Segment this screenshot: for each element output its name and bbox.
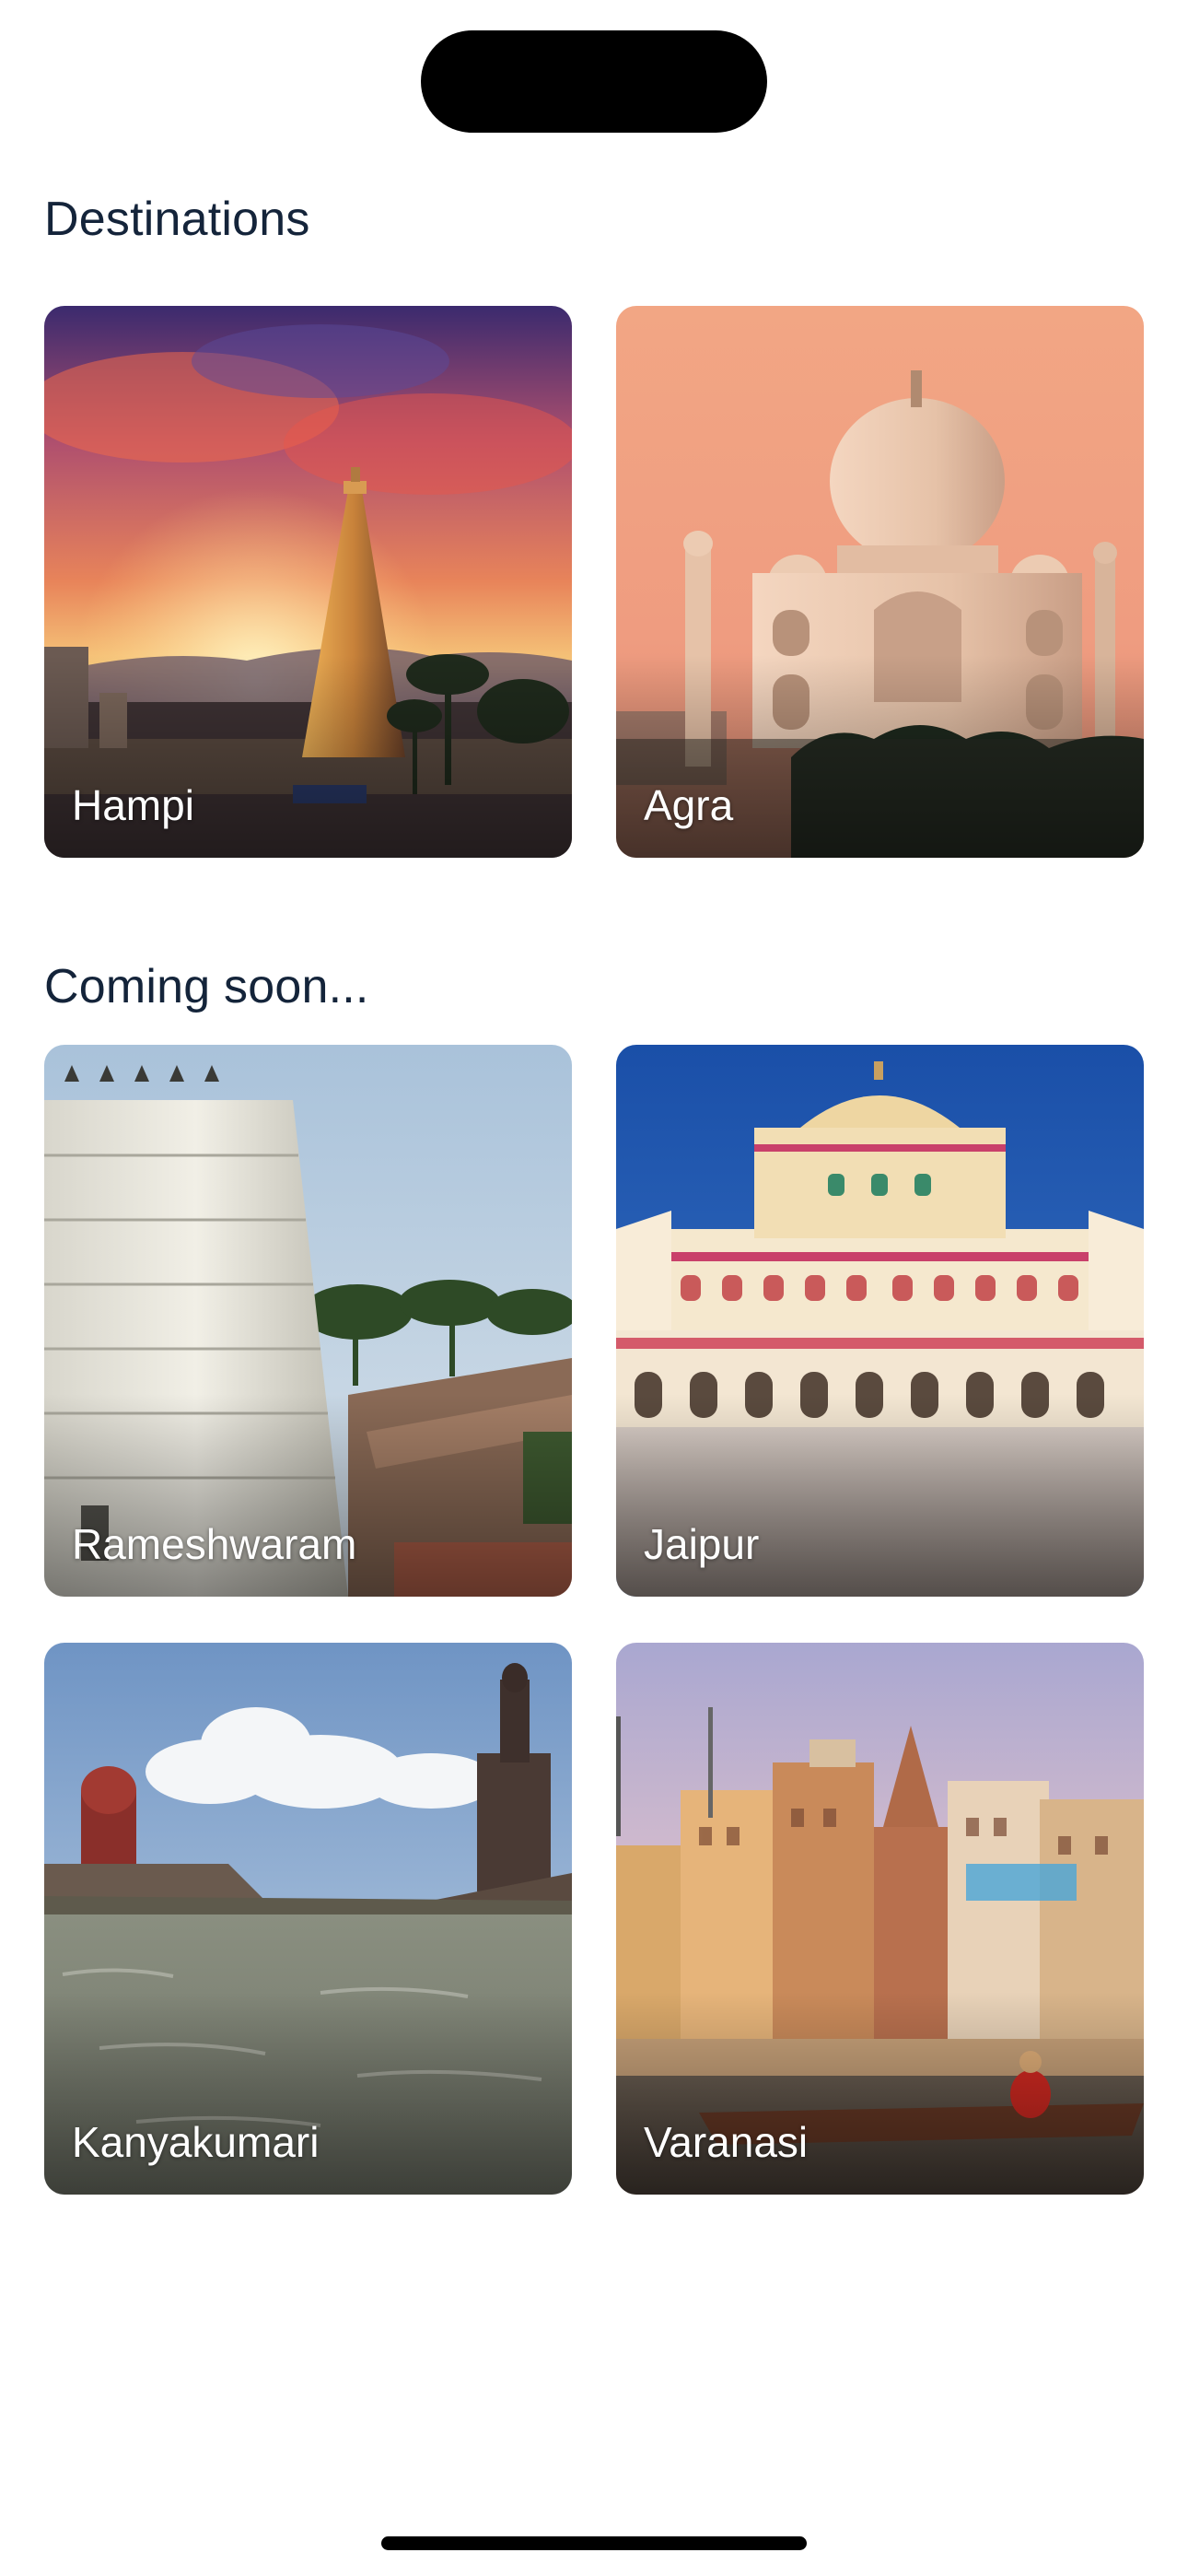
destination-name: Jaipur (644, 1520, 760, 1568)
destination-card-hampi[interactable]: Hampi (44, 306, 572, 858)
destination-name: Varanasi (644, 2118, 809, 2166)
destination-card-agra[interactable]: Agra (616, 306, 1144, 858)
coming-soon-heading: Coming soon... (44, 960, 369, 1013)
destination-name: Agra (644, 781, 734, 829)
destination-card-jaipur[interactable]: Jaipur (616, 1045, 1144, 1597)
destination-card-rameshwaram[interactable]: Rameshwaram (44, 1045, 572, 1597)
destination-name: Rameshwaram (72, 1520, 357, 1568)
app-screen: Destinations Hampi Agra Coming soon... R… (0, 0, 1188, 2576)
destination-name: Hampi (72, 781, 194, 829)
destination-card-kanyakumari[interactable]: Kanyakumari (44, 1643, 572, 2195)
destination-card-varanasi[interactable]: Varanasi (616, 1643, 1144, 2195)
home-indicator[interactable] (381, 2536, 807, 2550)
destination-name: Kanyakumari (72, 2118, 320, 2166)
destinations-heading: Destinations (44, 193, 310, 246)
dynamic-island (421, 30, 767, 133)
